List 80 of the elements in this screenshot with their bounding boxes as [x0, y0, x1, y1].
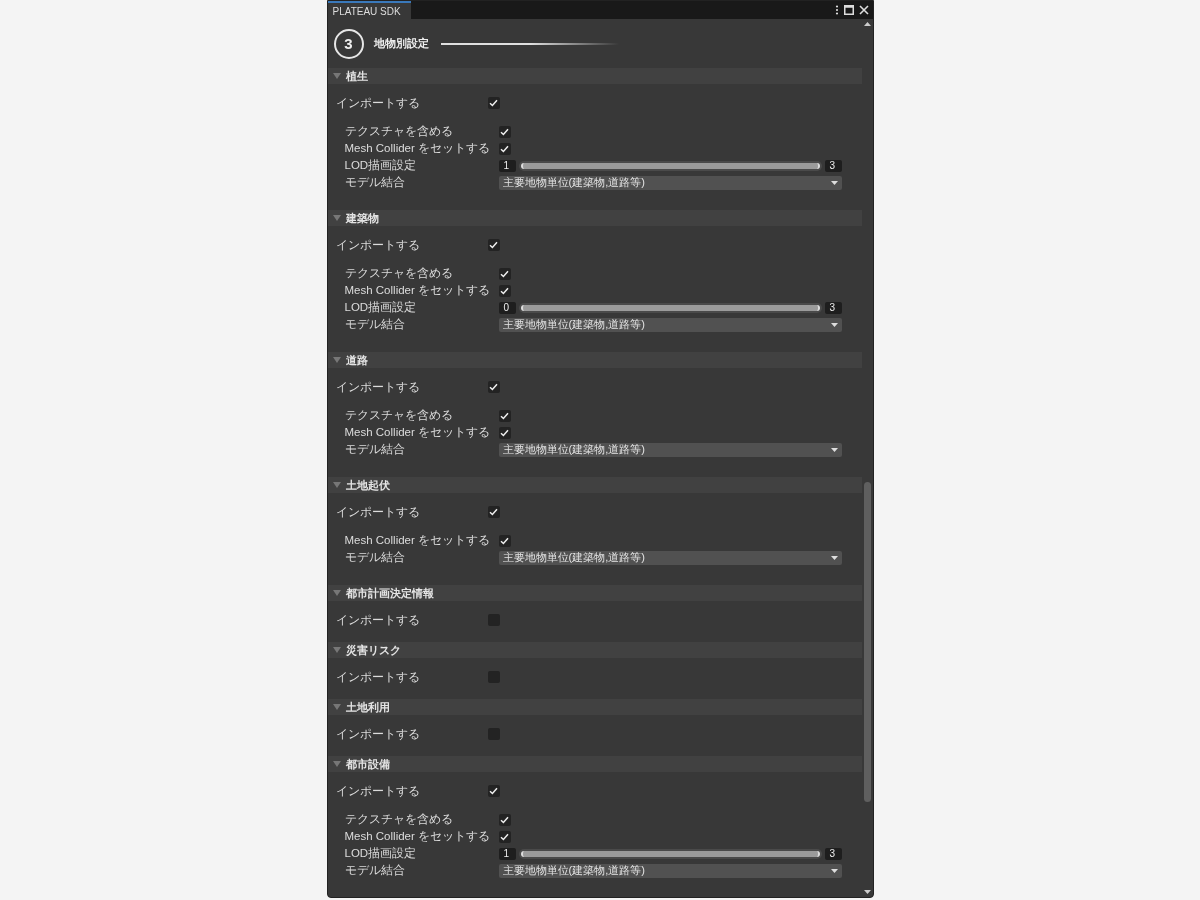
- max-value-field[interactable]: 3: [824, 301, 842, 314]
- checkbox[interactable]: [498, 830, 511, 843]
- dropdown-arrow-icon: [830, 180, 838, 185]
- section-title: 道路: [345, 352, 368, 368]
- section-header[interactable]: 都市計画決定情報: [327, 585, 862, 601]
- checkbox[interactable]: [498, 534, 511, 547]
- dropdown[interactable]: 主要地物単位(建築物,道路等): [498, 317, 842, 332]
- step-title: 地物別設定: [373, 36, 429, 51]
- field-label: モデル結合: [344, 175, 406, 190]
- checkbox[interactable]: [498, 813, 511, 826]
- section-header[interactable]: 都市設備: [327, 756, 862, 772]
- scroll-up-icon[interactable]: [863, 22, 871, 26]
- section-header[interactable]: 植生: [327, 68, 862, 84]
- field-label: インポートする: [335, 726, 421, 742]
- field-label: LOD描画設定: [344, 158, 418, 173]
- field-label: インポートする: [335, 504, 421, 520]
- max-value-field[interactable]: 3: [824, 159, 842, 172]
- section-title: 土地起伏: [345, 477, 390, 493]
- section-title: 植生: [345, 68, 368, 84]
- section-header[interactable]: 土地利用: [327, 699, 862, 715]
- field-label: インポートする: [335, 237, 421, 253]
- section-header[interactable]: 建築物: [327, 210, 862, 226]
- checkbox[interactable]: [498, 125, 511, 138]
- field-label: Mesh Collider をセットする: [344, 283, 491, 298]
- dropdown-arrow-icon: [830, 868, 838, 873]
- section-title: 都市設備: [345, 756, 390, 772]
- section-title: 災害リスク: [345, 642, 401, 658]
- field-label: インポートする: [335, 783, 421, 799]
- section-header[interactable]: 災害リスク: [327, 642, 862, 658]
- section-header[interactable]: 道路: [327, 352, 862, 368]
- field-label: テクスチャを含める: [344, 408, 454, 423]
- field-label: Mesh Collider をセットする: [344, 425, 491, 440]
- checkbox[interactable]: [498, 142, 511, 155]
- field-label: テクスチャを含める: [344, 266, 454, 281]
- section-title: 土地利用: [345, 699, 390, 715]
- more-icon[interactable]: [834, 5, 839, 15]
- close-icon[interactable]: [858, 5, 869, 15]
- window-tab[interactable]: PLATEAU SDK: [327, 1, 411, 19]
- field-label: テクスチャを含める: [344, 124, 454, 139]
- step-number: 3: [333, 28, 364, 59]
- dropdown[interactable]: 主要地物単位(建築物,道路等): [498, 863, 842, 878]
- dropdown-arrow-icon: [830, 447, 838, 452]
- field-label: インポートする: [335, 95, 421, 111]
- section-title: 建築物: [345, 210, 379, 226]
- scroll-down-icon[interactable]: [863, 890, 871, 894]
- min-value-field[interactable]: 1: [498, 847, 516, 860]
- dropdown[interactable]: 主要地物単位(建築物,道路等): [498, 175, 842, 190]
- field-label: テクスチャを含める: [344, 812, 454, 827]
- field-label: Mesh Collider をセットする: [344, 829, 491, 844]
- section-title: 都市計画決定情報: [345, 585, 434, 601]
- dropdown[interactable]: 主要地物単位(建築物,道路等): [498, 550, 842, 565]
- dropdown-arrow-icon: [830, 555, 838, 560]
- dropdown[interactable]: 主要地物単位(建築物,道路等): [498, 442, 842, 457]
- checkbox[interactable]: [487, 381, 500, 393]
- field-label: モデル結合: [344, 442, 406, 457]
- dropdown-arrow-icon: [830, 322, 838, 327]
- checkbox[interactable]: [487, 785, 500, 797]
- field-label: LOD描画設定: [344, 300, 418, 315]
- checkbox[interactable]: [498, 426, 511, 439]
- checkbox[interactable]: [498, 267, 511, 280]
- field-label: Mesh Collider をセットする: [344, 533, 491, 548]
- field-label: モデル結合: [344, 550, 406, 565]
- checkbox[interactable]: [487, 239, 500, 251]
- field-label: LOD描画設定: [344, 846, 418, 861]
- checkbox[interactable]: [498, 409, 511, 422]
- checkbox[interactable]: [487, 97, 500, 109]
- checkbox[interactable]: [487, 506, 500, 518]
- section-header[interactable]: 土地起伏: [327, 477, 862, 493]
- field-label: Mesh Collider をセットする: [344, 141, 491, 156]
- field-label: インポートする: [335, 612, 421, 628]
- field-label: インポートする: [335, 379, 421, 395]
- maximize-icon[interactable]: [843, 5, 854, 15]
- min-value-field[interactable]: 1: [498, 159, 516, 172]
- scrollbar-thumb[interactable]: [863, 482, 871, 802]
- field-label: モデル結合: [344, 863, 406, 878]
- min-value-field[interactable]: 0: [498, 301, 516, 314]
- field-label: インポートする: [335, 669, 421, 685]
- max-value-field[interactable]: 3: [824, 847, 842, 860]
- field-label: モデル結合: [344, 317, 406, 332]
- checkbox[interactable]: [498, 284, 511, 297]
